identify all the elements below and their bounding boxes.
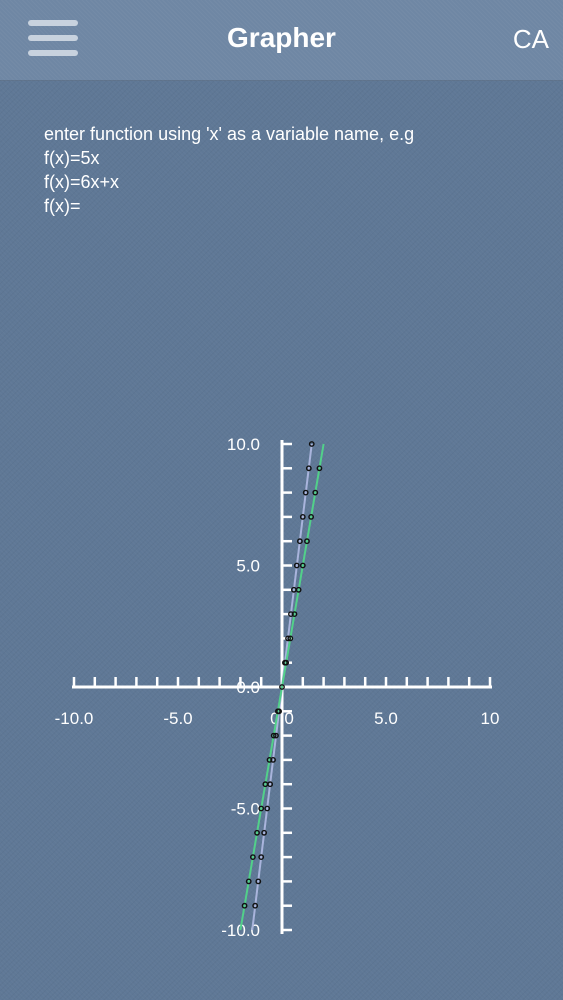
x-tick-label: 0.0	[270, 709, 294, 728]
function-graph[interactable]: -10.0 -5.0 0.0 5.0 10-10.0-5.00.05.010.0	[0, 430, 563, 940]
y-tick-label: 0.0	[236, 678, 260, 697]
y-tick-label: 10.0	[227, 435, 260, 454]
function-prompt: enter function using 'x' as a variable n…	[44, 122, 544, 218]
function-entry-row: f(x)=	[44, 194, 544, 218]
instruction-text: enter function using 'x' as a variable n…	[44, 124, 415, 144]
page-title: Grapher	[227, 22, 336, 53]
x-tick-label: 10	[481, 709, 500, 728]
nav-bar: Grapher CA	[0, 0, 563, 81]
ca-button[interactable]: CA	[513, 24, 549, 55]
function-input[interactable]	[80, 194, 381, 218]
x-tick-label: 5.0	[374, 709, 398, 728]
function-prefix: f(x)=	[44, 196, 81, 216]
example-2: f(x)=6x+x	[44, 172, 120, 192]
x-tick-label: -5.0	[163, 709, 192, 728]
y-tick-label: -5.0	[231, 800, 260, 819]
y-tick-label: 5.0	[236, 557, 260, 576]
x-tick-label: -10.0	[55, 709, 94, 728]
example-1: f(x)=5x	[44, 148, 100, 168]
